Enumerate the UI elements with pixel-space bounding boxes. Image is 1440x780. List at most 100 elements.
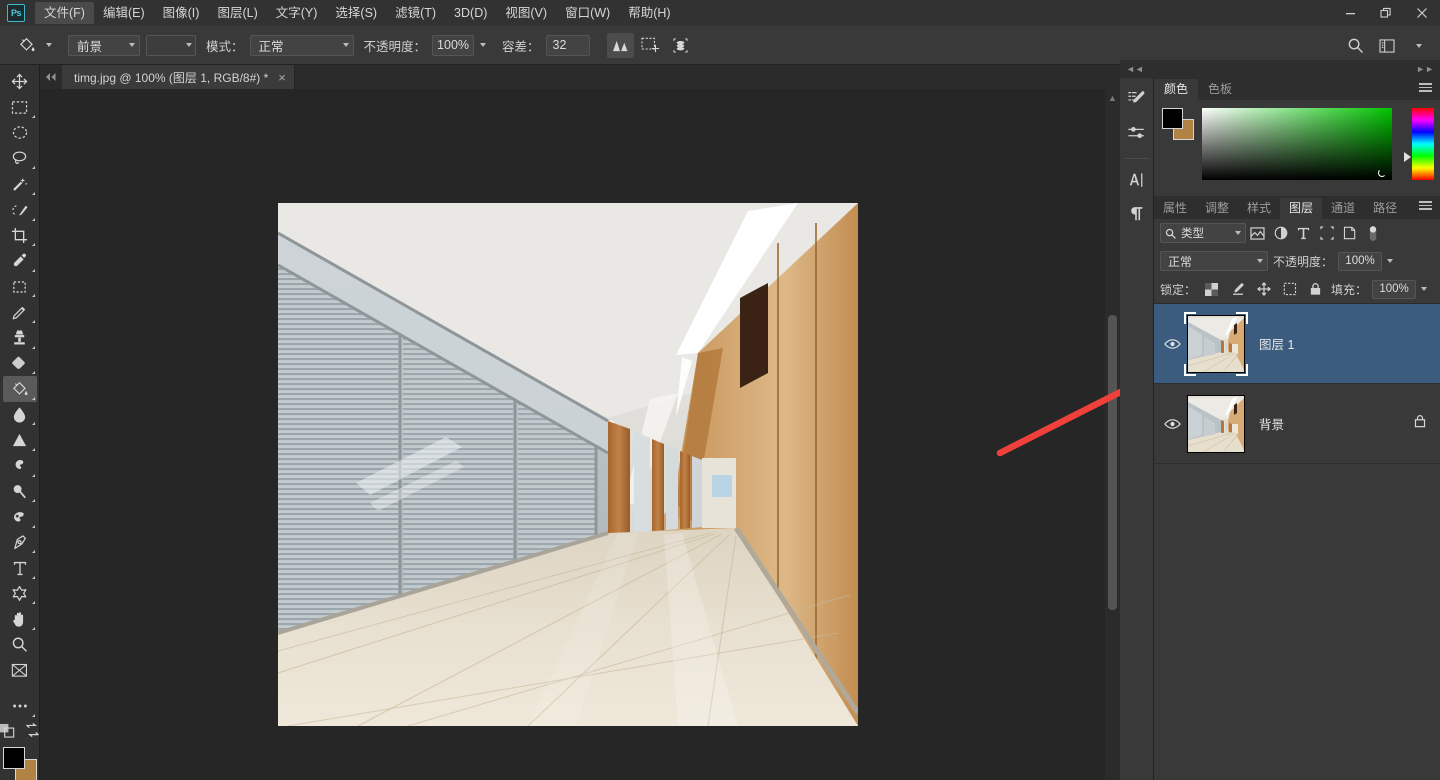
filter-shape-icon[interactable] xyxy=(1315,222,1338,244)
layers-panel-tab-3[interactable]: 图层 xyxy=(1280,198,1322,219)
rectangular-marquee-tool[interactable] xyxy=(3,95,37,121)
tolerance-input[interactable]: 32 xyxy=(546,35,590,56)
menu-item-2[interactable]: 图像(I) xyxy=(154,2,209,24)
close-icon[interactable]: × xyxy=(278,71,286,84)
menu-item-9[interactable]: 窗口(W) xyxy=(556,2,619,24)
sponge-tool[interactable] xyxy=(3,453,37,479)
crop-tool[interactable] xyxy=(3,223,37,249)
color-panel-swatches[interactable] xyxy=(1162,108,1194,140)
workspace-switcher-icon[interactable] xyxy=(1374,33,1400,59)
quick-mask-button[interactable] xyxy=(0,723,16,743)
minimize-button[interactable] xyxy=(1332,0,1368,26)
brush-presets-icon[interactable] xyxy=(1122,84,1152,114)
layers-panel-menu-icon[interactable] xyxy=(1419,201,1432,210)
layer-row-1[interactable]: 图层 1 xyxy=(1154,304,1440,384)
all-layers-toggle[interactable] xyxy=(667,33,694,58)
canvas-area[interactable]: ▲ xyxy=(40,89,1120,780)
blend-mode-select[interactable]: 正常 xyxy=(1160,251,1268,271)
scrollbar-thumb[interactable] xyxy=(1108,315,1117,610)
brush-settings-icon[interactable] xyxy=(1122,118,1152,148)
menu-item-4[interactable]: 文字(Y) xyxy=(267,2,327,24)
menu-item-0[interactable]: 文件(F) xyxy=(35,2,94,24)
healing-brush-tool[interactable] xyxy=(3,248,37,274)
layer-visibility-icon[interactable] xyxy=(1160,418,1184,430)
vertical-scrollbar[interactable]: ▲ xyxy=(1105,89,1120,780)
paint-bucket-icon[interactable] xyxy=(14,32,40,58)
fill-input[interactable]: 100% xyxy=(1372,280,1416,299)
paragraph-panel-icon[interactable] xyxy=(1122,199,1152,229)
color-panel-tab-1[interactable]: 色板 xyxy=(1198,79,1242,100)
layers-panel-tab-4[interactable]: 通道 xyxy=(1322,198,1364,219)
dock-collapse-right-icon[interactable]: ►► xyxy=(1416,64,1434,74)
workspace-caret-icon[interactable] xyxy=(1406,33,1432,59)
layer-thumbnail[interactable] xyxy=(1187,395,1245,453)
foreground-background-colors[interactable] xyxy=(3,747,37,780)
tool-preset-caret-icon[interactable] xyxy=(40,32,58,58)
custom-shape-tool[interactable] xyxy=(3,581,37,607)
layer-row-2[interactable]: 背景 xyxy=(1154,384,1440,464)
mode-select[interactable]: 正常 xyxy=(250,35,354,56)
layers-panel-tab-0[interactable]: 属性 xyxy=(1154,198,1196,219)
lock-position-icon[interactable] xyxy=(1253,279,1274,299)
menu-item-7[interactable]: 3D(D) xyxy=(445,2,496,24)
scroll-up-icon[interactable]: ▲ xyxy=(1108,93,1117,103)
layer-thumbnail-wrap[interactable] xyxy=(1187,315,1245,373)
menu-item-6[interactable]: 滤镜(T) xyxy=(386,2,445,24)
edit-toolbar-tool[interactable] xyxy=(3,658,37,684)
foreground-color-swatch[interactable] xyxy=(3,747,25,769)
screen-mode-button[interactable] xyxy=(24,723,41,743)
layers-panel-tab-5[interactable]: 路径 xyxy=(1364,198,1406,219)
layer-opacity-input[interactable]: 100% xyxy=(1338,252,1382,271)
tab-collapse-icon[interactable] xyxy=(40,65,62,89)
blur-tool[interactable] xyxy=(3,402,37,428)
zoom-tool[interactable] xyxy=(3,632,37,658)
filter-type-icon[interactable] xyxy=(1292,222,1315,244)
document-tab[interactable]: timg.jpg @ 100% (图层 1, RGB/8#) * × xyxy=(62,65,295,89)
layers-panel-tab-2[interactable]: 样式 xyxy=(1238,198,1280,219)
color-panel-tab-0[interactable]: 颜色 xyxy=(1154,79,1198,100)
layer-opacity-caret-icon[interactable] xyxy=(1387,259,1393,263)
layers-panel-tab-1[interactable]: 调整 xyxy=(1196,198,1238,219)
filter-smartobject-icon[interactable] xyxy=(1338,222,1361,244)
color-field[interactable] xyxy=(1202,108,1392,180)
search-icon[interactable] xyxy=(1342,33,1368,59)
close-button[interactable] xyxy=(1404,0,1440,26)
lock-image-pixels-icon[interactable] xyxy=(1227,279,1248,299)
lasso-tool[interactable] xyxy=(3,146,37,172)
magic-wand-tool[interactable] xyxy=(3,171,37,197)
menu-item-1[interactable]: 编辑(E) xyxy=(94,2,154,24)
hand-tool[interactable] xyxy=(3,606,37,632)
dodge-tool[interactable] xyxy=(3,479,37,505)
contiguous-toggle[interactable] xyxy=(637,33,664,58)
pen-tool[interactable] xyxy=(3,530,37,556)
quick-selection-tool[interactable] xyxy=(3,197,37,223)
more-tools-button[interactable] xyxy=(3,693,37,719)
restore-button[interactable] xyxy=(1368,0,1404,26)
eraser-tool[interactable] xyxy=(3,351,37,377)
filter-enable-toggle[interactable] xyxy=(1361,222,1384,244)
lock-all-icon[interactable] xyxy=(1305,279,1326,299)
character-panel-icon[interactable] xyxy=(1122,165,1152,195)
anti-alias-toggle[interactable] xyxy=(607,33,634,58)
lock-artboard-nesting-icon[interactable] xyxy=(1279,279,1300,299)
filter-adjustment-icon[interactable] xyxy=(1269,222,1292,244)
burn-tool[interactable] xyxy=(3,504,37,530)
hue-slider[interactable] xyxy=(1412,108,1434,180)
menu-item-5[interactable]: 选择(S) xyxy=(326,2,386,24)
type-tool[interactable] xyxy=(3,555,37,581)
opacity-input[interactable]: 100% xyxy=(432,35,474,56)
move-tool[interactable] xyxy=(3,69,37,95)
canvas-image[interactable] xyxy=(278,203,858,726)
pencil-tool[interactable] xyxy=(3,299,37,325)
elliptical-marquee-tool[interactable] xyxy=(3,120,37,146)
opacity-caret-icon[interactable] xyxy=(474,32,492,58)
clone-stamp-tool[interactable] xyxy=(3,325,37,351)
fill-source-select[interactable]: 前景 xyxy=(68,35,140,56)
pattern-swatch-select[interactable] xyxy=(146,35,196,56)
layer-thumbnail-wrap[interactable] xyxy=(1187,395,1245,453)
fill-caret-icon[interactable] xyxy=(1421,287,1427,291)
lock-transparent-pixels-icon[interactable] xyxy=(1201,279,1222,299)
menu-item-10[interactable]: 帮助(H) xyxy=(619,2,679,24)
dock-collapse-left-icon[interactable]: ◄◄ xyxy=(1126,64,1144,74)
gradient-tool[interactable] xyxy=(3,427,37,453)
